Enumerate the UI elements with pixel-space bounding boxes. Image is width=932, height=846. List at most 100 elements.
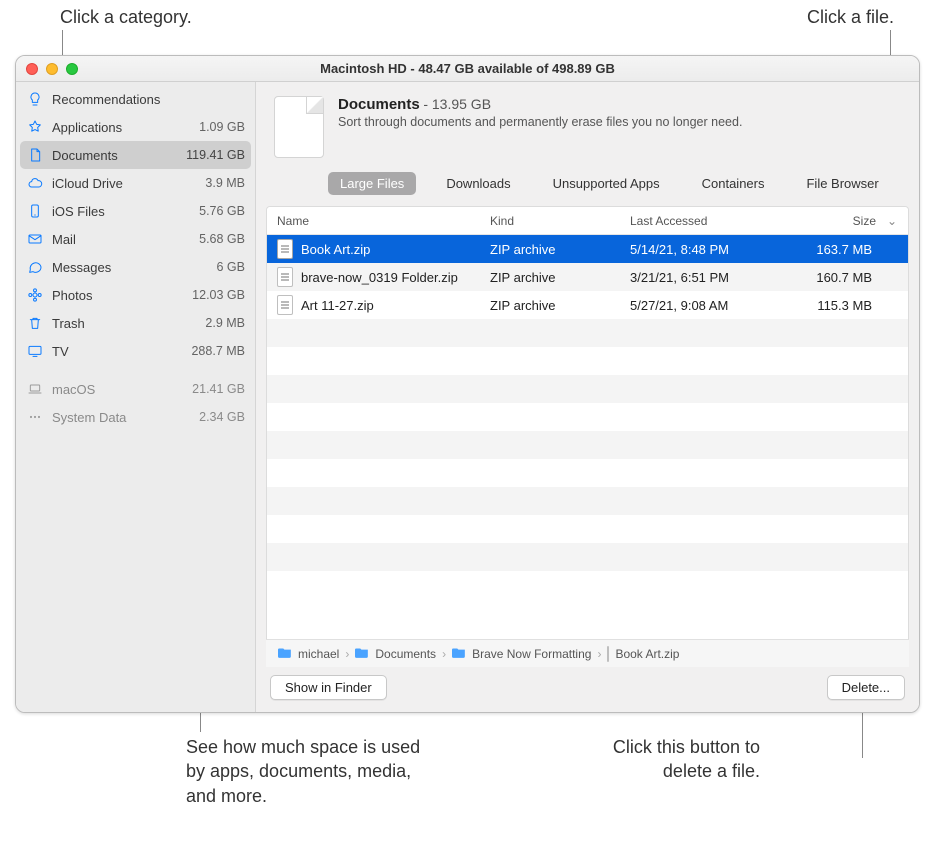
tab-containers[interactable]: Containers — [690, 172, 777, 195]
document-icon — [274, 96, 324, 158]
sidebar-item-macos: macOS21.41 GB — [16, 375, 255, 403]
file-icon — [277, 239, 293, 259]
file-icon — [277, 295, 293, 315]
folder-icon — [355, 646, 369, 661]
breadcrumb-item[interactable]: michael — [298, 647, 339, 661]
table-row[interactable]: Book Art.zip ZIP archive5/14/21, 8:48 PM1… — [267, 235, 908, 263]
minimize-button[interactable] — [46, 63, 58, 75]
breadcrumb: michael›Documents›Brave Now Formatting›B… — [266, 639, 909, 667]
file-last-accessed: 5/14/21, 8:48 PM — [630, 242, 780, 257]
sidebar-item-label: Recommendations — [52, 92, 245, 107]
table-row-empty — [267, 459, 908, 487]
main-panel: Documents - 13.95 GB Sort through docume… — [256, 82, 919, 712]
callout-delete: Click this button to delete a file. — [560, 735, 760, 784]
table-row-empty — [267, 431, 908, 459]
folder-icon — [452, 646, 466, 661]
storage-window: Macintosh HD - 48.47 GB available of 498… — [15, 55, 920, 713]
table-row-empty — [267, 375, 908, 403]
sidebar-item-tv[interactable]: TV288.7 MB — [16, 337, 255, 365]
sidebar-item-size: 21.41 GB — [192, 382, 245, 396]
sidebar-item-documents[interactable]: Documents119.41 GB — [20, 141, 251, 169]
file-kind: ZIP archive — [490, 270, 630, 285]
header-desc: Sort through documents and permanently e… — [338, 115, 742, 129]
col-name[interactable]: Name — [277, 214, 490, 228]
tab-unsupported-apps[interactable]: Unsupported Apps — [541, 172, 672, 195]
sidebar-item-label: TV — [52, 344, 191, 359]
callout-category: Click a category. — [60, 5, 192, 29]
sidebar-item-label: System Data — [52, 410, 199, 425]
show-in-finder-button[interactable]: Show in Finder — [270, 675, 387, 700]
sidebar-item-photos[interactable]: Photos12.03 GB — [16, 281, 255, 309]
file-table: Name Kind Last Accessed Size ⌄ Book Art.… — [266, 206, 909, 639]
laptop-icon — [26, 380, 44, 398]
tab-large-files[interactable]: Large Files — [328, 172, 416, 195]
col-last[interactable]: Last Accessed — [630, 214, 780, 228]
traffic-lights — [16, 63, 78, 75]
file-size: 160.7 MB — [780, 270, 880, 285]
breadcrumb-item[interactable]: Brave Now Formatting — [472, 647, 591, 661]
table-row-empty — [267, 319, 908, 347]
sidebar-item-mail[interactable]: Mail5.68 GB — [16, 225, 255, 253]
file-name: Book Art.zip — [301, 242, 370, 257]
delete-button[interactable]: Delete... — [827, 675, 905, 700]
fullscreen-button[interactable] — [66, 63, 78, 75]
file-size: 163.7 MB — [780, 242, 880, 257]
table-row-empty — [267, 403, 908, 431]
tab-file-browser[interactable]: File Browser — [794, 172, 890, 195]
table-row[interactable]: Art 11-27.zipZIP archive5/27/21, 9:08 AM… — [267, 291, 908, 319]
close-button[interactable] — [26, 63, 38, 75]
chevron-right-icon: › — [597, 647, 601, 661]
sidebar-item-label: Mail — [52, 232, 199, 247]
file-last-accessed: 3/21/21, 6:51 PM — [630, 270, 780, 285]
sidebar-item-trash[interactable]: Trash2.9 MB — [16, 309, 255, 337]
sidebar-item-messages[interactable]: Messages6 GB — [16, 253, 255, 281]
sidebar-item-icloud-drive[interactable]: iCloud Drive3.9 MB — [16, 169, 255, 197]
table-row-empty — [267, 543, 908, 571]
photos-icon — [26, 286, 44, 304]
sidebar-item-system-data: System Data2.34 GB — [16, 403, 255, 431]
sidebar: RecommendationsApplications1.09 GBDocume… — [16, 82, 256, 712]
titlebar: Macintosh HD - 48.47 GB available of 498… — [16, 56, 919, 82]
table-row-empty — [267, 347, 908, 375]
sidebar-item-size: 3.9 MB — [205, 176, 245, 190]
document-icon — [26, 146, 44, 164]
chevron-right-icon: › — [442, 647, 446, 661]
table-header[interactable]: Name Kind Last Accessed Size ⌄ — [267, 207, 908, 235]
dots-icon — [26, 408, 44, 426]
footer: Show in Finder Delete... — [256, 667, 919, 712]
sidebar-item-label: Documents — [52, 148, 186, 163]
folder-icon — [278, 646, 292, 661]
breadcrumb-item[interactable]: Book Art.zip — [615, 647, 679, 661]
col-kind[interactable]: Kind — [490, 214, 630, 228]
col-size[interactable]: Size — [780, 214, 880, 228]
sidebar-item-size: 2.34 GB — [199, 410, 245, 424]
cloud-icon — [26, 174, 44, 192]
window-title: Macintosh HD - 48.47 GB available of 498… — [16, 61, 919, 76]
sidebar-item-size: 5.68 GB — [199, 232, 245, 246]
column-menu-icon[interactable]: ⌄ — [880, 214, 904, 228]
sidebar-item-size: 2.9 MB — [205, 316, 245, 330]
apps-icon — [26, 118, 44, 136]
table-row-empty — [267, 487, 908, 515]
file-size: 115.3 MB — [780, 298, 880, 313]
sidebar-item-label: Trash — [52, 316, 205, 331]
callout-file: Click a file. — [794, 5, 894, 29]
sidebar-item-size: 5.76 GB — [199, 204, 245, 218]
trash-icon — [26, 314, 44, 332]
breadcrumb-item[interactable]: Documents — [375, 647, 436, 661]
file-kind: ZIP archive — [490, 242, 630, 257]
table-row[interactable]: brave-now_0319 Folder.zipZIP archive3/21… — [267, 263, 908, 291]
sidebar-item-label: iCloud Drive — [52, 176, 205, 191]
tab-downloads[interactable]: Downloads — [434, 172, 522, 195]
sidebar-item-ios-files[interactable]: iOS Files5.76 GB — [16, 197, 255, 225]
sidebar-item-label: Messages — [52, 260, 217, 275]
sidebar-item-label: Applications — [52, 120, 199, 135]
sidebar-item-size: 288.7 MB — [191, 344, 245, 358]
chat-icon — [26, 258, 44, 276]
sidebar-item-label: iOS Files — [52, 204, 199, 219]
mail-icon — [26, 230, 44, 248]
table-row-empty — [267, 571, 908, 599]
sidebar-item-applications[interactable]: Applications1.09 GB — [16, 113, 255, 141]
sidebar-item-recommendations[interactable]: Recommendations — [16, 85, 255, 113]
sidebar-item-label: Photos — [52, 288, 192, 303]
